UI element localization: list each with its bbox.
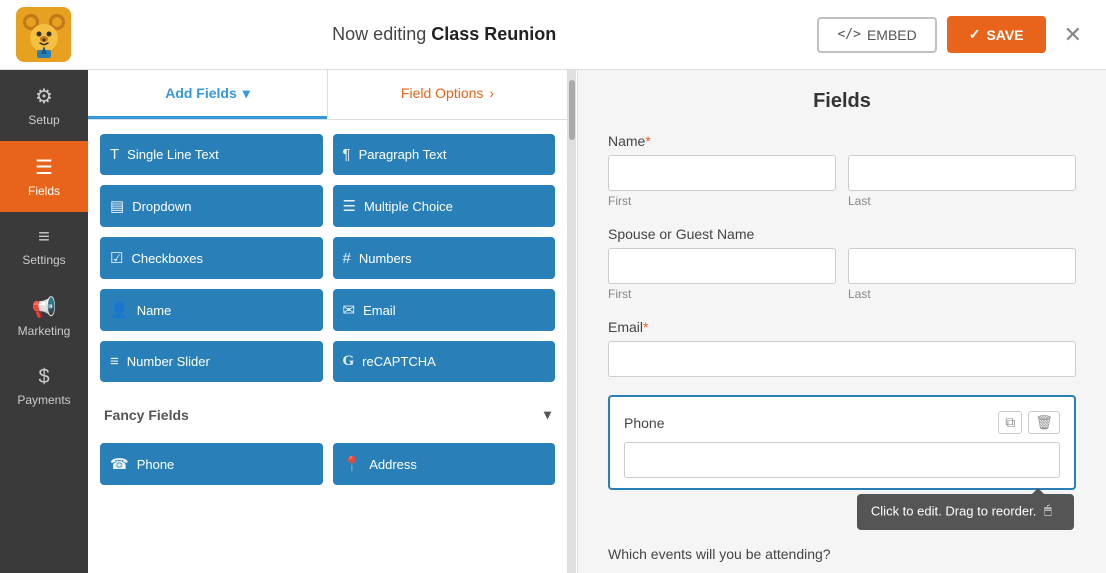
gear-icon: ⚙	[35, 84, 53, 109]
fields-icon: ☰	[35, 155, 53, 180]
copy-phone-button[interactable]: ⧉	[998, 411, 1022, 434]
slider-icon: ≡	[110, 353, 119, 370]
form-row-spouse: First Last	[608, 248, 1076, 301]
save-button[interactable]: ✓ SAVE	[947, 16, 1046, 53]
field-btn-name[interactable]: 👤 Name	[100, 289, 323, 331]
form-label-spouse: Spouse or Guest Name	[608, 226, 1076, 242]
payments-icon: $	[38, 366, 49, 389]
sidebar-item-fields[interactable]: ☰ Fields	[0, 141, 88, 212]
form-col-first-name: First	[608, 155, 836, 208]
field-btn-phone[interactable]: ☎ Phone	[100, 443, 323, 485]
fancy-fields-label: Fancy Fields	[104, 407, 189, 423]
form-row-name: First Last	[608, 155, 1076, 208]
sidebar-item-label: Marketing	[18, 324, 71, 338]
sidebar-item-marketing[interactable]: 📢 Marketing	[0, 281, 88, 352]
fancy-fields-grid: ☎ Phone 📍 Address	[100, 433, 555, 485]
sidebar-item-settings[interactable]: ≡ Settings	[0, 212, 88, 281]
form-label-email: Email*	[608, 319, 1076, 335]
field-btn-single-line-text[interactable]: T Single Line Text	[100, 134, 323, 175]
app-logo	[16, 7, 71, 62]
number-icon: #	[343, 250, 351, 267]
top-bar: Now editing Class Reunion </> EMBED ✓ SA…	[0, 0, 1106, 70]
form-col-spouse-first: First	[608, 248, 836, 301]
form-field-email: Email*	[608, 319, 1076, 377]
person-icon: 👤	[110, 301, 129, 319]
delete-phone-button[interactable]: 🗑	[1028, 411, 1060, 434]
checkbox-icon: ☑	[110, 249, 123, 267]
field-btn-numbers[interactable]: # Numbers	[333, 237, 556, 279]
first-sublabel: First	[608, 194, 836, 208]
phone-label-row: Phone ⧉ 🗑	[624, 411, 1060, 434]
field-btn-address[interactable]: 📍 Address	[333, 443, 556, 485]
field-btn-number-slider[interactable]: ≡ Number Slider	[100, 341, 323, 382]
form-col-last-name: Last	[848, 155, 1076, 208]
spouse-last-input[interactable]	[848, 248, 1076, 284]
which-events-label: Which events will you be attending?	[608, 546, 1076, 562]
sidebar-item-label: Fields	[28, 184, 60, 198]
embed-code-icon: </>	[837, 27, 860, 42]
chevron-down-icon: ▾	[544, 406, 551, 423]
checkmark-icon: ✓	[969, 26, 981, 43]
address-icon: 📍	[343, 455, 362, 473]
phone-input[interactable]	[624, 442, 1060, 478]
spouse-first-input[interactable]	[608, 248, 836, 284]
chevron-down-icon: ▾	[243, 85, 250, 102]
form-preview: Fields Name* First Last Spouse or Guest …	[578, 70, 1106, 573]
email-icon: ✉	[343, 301, 356, 319]
form-field-name: Name* First Last	[608, 133, 1076, 208]
field-btn-email[interactable]: ✉ Email	[333, 289, 556, 331]
email-input[interactable]	[608, 341, 1076, 377]
form-section-title: Fields	[608, 90, 1076, 113]
field-btn-recaptcha[interactable]: G reCAPTCHA	[333, 341, 556, 382]
form-col-spouse-last: Last	[848, 248, 1076, 301]
scroll-thumb	[569, 80, 575, 140]
field-btn-paragraph-text[interactable]: ¶ Paragraph Text	[333, 134, 556, 175]
close-button[interactable]: ✕	[1056, 18, 1090, 52]
sidebar-item-payments[interactable]: $ Payments	[0, 352, 88, 421]
fancy-fields-header[interactable]: Fancy Fields ▾	[100, 396, 555, 433]
fields-panel: Add Fields ▾ Field Options › T Single Li…	[88, 70, 568, 573]
settings-icon: ≡	[38, 226, 50, 249]
multiple-choice-icon: ☰	[343, 197, 356, 215]
form-field-spouse: Spouse or Guest Name First Last	[608, 226, 1076, 301]
field-btn-dropdown[interactable]: ▤ Dropdown	[100, 185, 323, 227]
phone-icon: ☎	[110, 455, 129, 473]
marketing-icon: 📢	[32, 295, 57, 320]
tab-add-fields[interactable]: Add Fields ▾	[88, 70, 327, 119]
top-bar-actions: </> EMBED ✓ SAVE ✕	[817, 16, 1090, 53]
embed-button[interactable]: </> EMBED	[817, 17, 936, 53]
chevron-right-icon: ›	[489, 85, 494, 101]
fields-grid: T Single Line Text ¶ Paragraph Text ▤ Dr…	[100, 134, 555, 382]
last-sublabel: Last	[848, 194, 1076, 208]
tooltip-edit-drag: Click to edit. Drag to reorder. 🖱	[857, 494, 1074, 530]
field-btn-checkboxes[interactable]: ☑ Checkboxes	[100, 237, 323, 279]
left-nav: ⚙ Setup ☰ Fields ≡ Settings 📢 Marketing …	[0, 70, 88, 573]
spouse-first-sublabel: First	[608, 287, 836, 301]
page-title: Now editing Class Reunion	[71, 24, 817, 45]
sidebar-item-label: Payments	[17, 393, 70, 407]
paragraph-icon: ¶	[343, 146, 351, 163]
form-field-phone[interactable]: Phone ⧉ 🗑 Click to edit. Drag to reorder…	[608, 395, 1076, 490]
text-icon: T	[110, 146, 119, 163]
tab-field-options[interactable]: Field Options ›	[327, 70, 567, 119]
form-label-name: Name*	[608, 133, 1076, 149]
field-btn-multiple-choice[interactable]: ☰ Multiple Choice	[333, 185, 556, 227]
cursor-icon: 🖱	[1044, 502, 1060, 522]
phone-field-actions: ⧉ 🗑	[998, 411, 1060, 434]
sidebar-item-label: Setup	[28, 113, 59, 127]
panel-tabs: Add Fields ▾ Field Options ›	[88, 70, 567, 120]
dropdown-icon: ▤	[110, 197, 124, 215]
spouse-last-sublabel: Last	[848, 287, 1076, 301]
sidebar-item-setup[interactable]: ⚙ Setup	[0, 70, 88, 141]
sidebar-item-label: Settings	[22, 253, 65, 267]
first-name-input[interactable]	[608, 155, 836, 191]
fields-scroll[interactable]: T Single Line Text ¶ Paragraph Text ▤ Dr…	[88, 120, 567, 573]
recaptcha-icon: G	[343, 353, 355, 370]
main-layout: ⚙ Setup ☰ Fields ≡ Settings 📢 Marketing …	[0, 70, 1106, 573]
last-name-input[interactable]	[848, 155, 1076, 191]
scroll-bar[interactable]	[568, 70, 576, 573]
